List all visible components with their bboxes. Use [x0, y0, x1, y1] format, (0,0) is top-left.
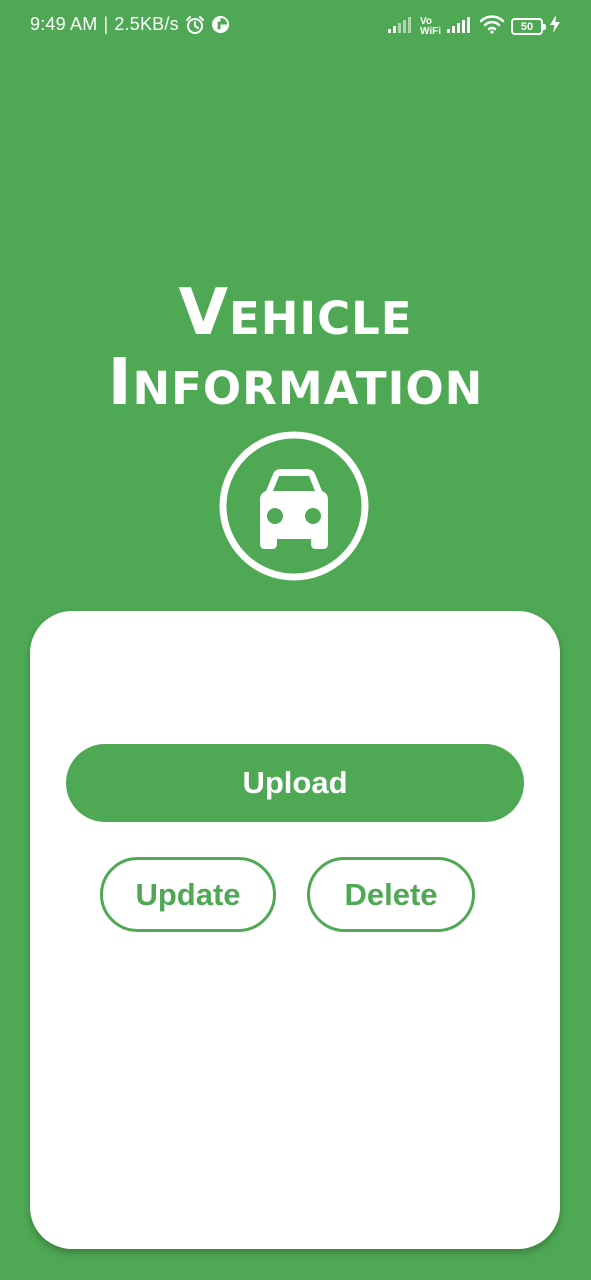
- battery-level: 50: [520, 20, 534, 33]
- status-speed: 2.5KB/s: [114, 14, 179, 34]
- title-line-2: Information: [107, 346, 484, 420]
- update-button[interactable]: Update: [100, 857, 276, 932]
- title-line-1: Vehicle: [178, 276, 413, 350]
- battery-icon: 50: [511, 18, 546, 35]
- alarm-icon: [185, 15, 205, 35]
- status-time: 9:49 AM: [30, 14, 98, 34]
- vowifi-top-label: Vo: [419, 15, 433, 27]
- vowifi-bottom-label: WiFi: [419, 25, 441, 37]
- actions-card: Upload Update Delete: [30, 611, 560, 1249]
- upload-button[interactable]: Upload: [66, 744, 524, 822]
- charging-icon: [549, 15, 561, 38]
- car-icon: [218, 430, 370, 582]
- status-right: Vo WiFi 50: [387, 14, 561, 39]
- delete-button[interactable]: Delete: [307, 857, 475, 932]
- wifi-icon: [479, 14, 505, 39]
- status-separator: |: [103, 14, 109, 34]
- app-notification-icon: [211, 15, 230, 34]
- vowifi-icon: Vo WiFi: [419, 15, 441, 37]
- status-left: 9:49 AM | 2.5KB/s: [30, 14, 230, 35]
- signal-icon: [387, 15, 414, 38]
- status-bar: 9:49 AM | 2.5KB/s Vo WiFi 50: [0, 0, 591, 52]
- signal-icon: [447, 15, 473, 38]
- page-title: Vehicle Information: [0, 278, 591, 418]
